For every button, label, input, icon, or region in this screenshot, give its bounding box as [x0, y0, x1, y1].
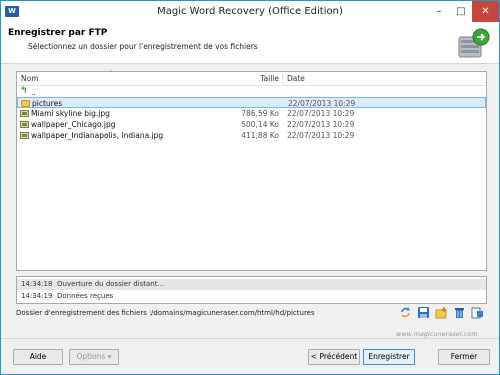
folder-icon	[21, 100, 30, 107]
column-divider[interactable]	[282, 73, 283, 85]
column-date-header[interactable]: Date	[287, 74, 305, 83]
file-date: 22/07/2013 10:29	[287, 131, 355, 140]
window-title: Magic Word Recovery (Office Edition)	[157, 6, 343, 17]
close-button[interactable]: Fermer	[438, 349, 490, 365]
close-window-button[interactable]: ✕	[472, 1, 499, 22]
main-window: W Magic Word Recovery (Office Edition) –…	[0, 0, 500, 375]
new-folder-icon[interactable]	[435, 306, 448, 319]
file-size: 500,14 Ko	[241, 120, 279, 129]
list-item[interactable]: wallpaper_Chicago.jpg 500,14 Ko 22/07/20…	[17, 119, 486, 130]
log-message: Données reçues	[57, 292, 114, 300]
list-item-selected[interactable]: pictures 22/07/2013 10:29	[17, 97, 486, 108]
log-time: 14:34:18	[21, 280, 53, 288]
image-file-icon	[20, 110, 29, 117]
save-button[interactable]: Enregistrer	[363, 349, 415, 365]
refresh-icon[interactable]	[399, 306, 412, 319]
file-size: 786,59 Ko	[241, 109, 279, 118]
file-name: wallpaper_Indianapolis, Indiana.jpg	[31, 131, 164, 140]
parent-folder-icon: ↰	[20, 86, 28, 96]
delete-icon[interactable]	[453, 306, 466, 319]
properties-icon[interactable]	[471, 306, 484, 319]
file-list-header: ^ Nom Taille Date	[17, 70, 486, 86]
previous-button[interactable]: < Précédent	[308, 349, 360, 365]
footer-divider	[1, 338, 499, 339]
image-file-icon	[20, 121, 29, 128]
column-name-header[interactable]: Nom	[21, 74, 39, 83]
log-entry: 14:34:18 Ouverture du dossier distant...	[17, 279, 486, 290]
help-button[interactable]: Aide	[13, 349, 63, 365]
file-date: 22/07/2013 10:29	[287, 120, 355, 129]
image-file-icon	[20, 132, 29, 139]
wizard-header: Enregistrer par FTP Sélectionnez un doss…	[1, 22, 499, 64]
brand-watermark: www.magicuneraser.com	[396, 330, 478, 338]
log-time: 14:34:19	[21, 292, 53, 300]
options-button[interactable]: Options ▾	[69, 349, 119, 365]
maximize-button[interactable]: □	[450, 1, 472, 22]
chevron-down-icon: ▾	[107, 352, 112, 361]
sort-arrow-icon: ^	[109, 70, 115, 77]
file-size: 411,88 Ko	[241, 131, 279, 140]
destination-label: Dossier d'enregistrement des fichiers :	[16, 309, 152, 317]
file-date: 22/07/2013 10:29	[287, 109, 355, 118]
file-name: Miami skyline big.jpg	[31, 109, 110, 118]
minimize-button[interactable]: –	[428, 1, 450, 22]
file-name: wallpaper_Chicago.jpg	[31, 120, 116, 129]
title-bar: W Magic Word Recovery (Office Edition) –…	[1, 1, 499, 22]
ftp-server-icon	[458, 28, 490, 58]
list-item[interactable]: wallpaper_Indianapolis, Indiana.jpg 411,…	[17, 130, 486, 141]
page-title: Enregistrer par FTP	[8, 28, 108, 38]
file-list[interactable]: ^ Nom Taille Date ↰ .. pictures 22/07/20…	[16, 70, 487, 271]
column-size-header[interactable]: Taille	[247, 74, 279, 83]
list-item[interactable]: Miami skyline big.jpg 786,59 Ko 22/07/20…	[17, 108, 486, 119]
save-icon[interactable]	[417, 306, 430, 319]
options-label: Options	[76, 352, 106, 361]
activity-log[interactable]: 14:34:18 Ouverture du dossier distant...…	[16, 276, 487, 304]
log-entry: 14:34:19 Données reçues	[17, 291, 486, 302]
log-message: Ouverture du dossier distant...	[57, 280, 165, 288]
page-subtitle: Sélectionnez un dossier pour l'enregistr…	[28, 42, 258, 51]
destination-path: /domains/magicuneraser.com/html/hd/pictu…	[151, 309, 315, 317]
